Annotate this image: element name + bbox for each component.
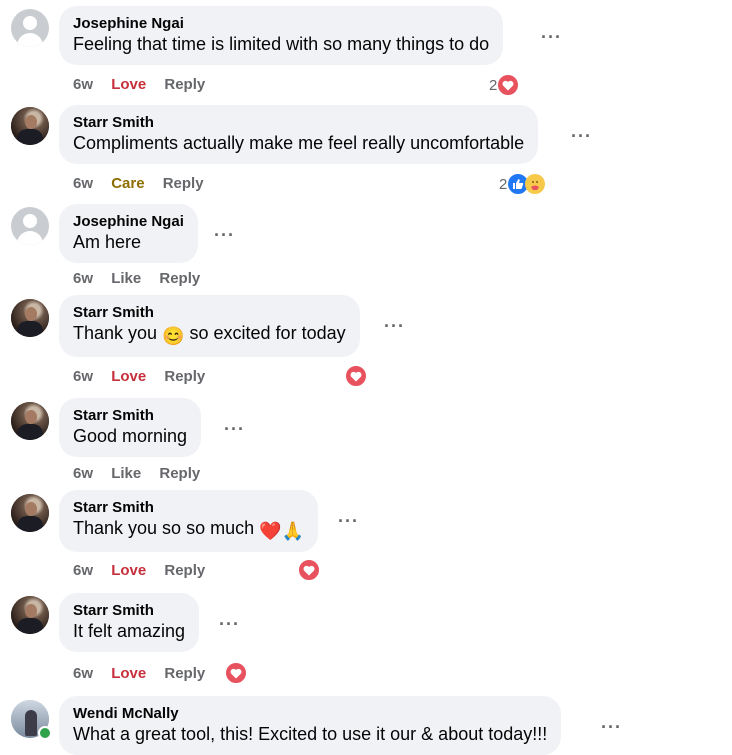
comment-bubble: Starr Smith Thank you so so much ❤️🙏 bbox=[59, 490, 318, 552]
avatar[interactable] bbox=[11, 402, 49, 440]
comment-author[interactable]: Starr Smith bbox=[73, 113, 524, 132]
more-options-icon[interactable]: ··· bbox=[601, 718, 622, 736]
reaction-summary[interactable]: 2 bbox=[499, 173, 546, 195]
reply-button[interactable]: Reply bbox=[164, 665, 205, 682]
more-options-icon[interactable]: ··· bbox=[214, 226, 235, 244]
comment-author[interactable]: Starr Smith bbox=[73, 498, 304, 517]
reply-button[interactable]: Reply bbox=[164, 562, 205, 579]
comment-actions: 6w Like Reply bbox=[73, 465, 214, 482]
online-status-indicator bbox=[38, 726, 52, 740]
more-options-icon[interactable]: ··· bbox=[384, 317, 405, 335]
comment-actions: 6w Love Reply bbox=[73, 665, 219, 682]
comment-timestamp[interactable]: 6w bbox=[73, 368, 93, 385]
avatar[interactable] bbox=[11, 107, 49, 145]
reply-button[interactable]: Reply bbox=[159, 465, 200, 482]
comment-bubble: Josephine Ngai Feeling that time is limi… bbox=[59, 6, 504, 65]
reaction-button[interactable]: Love bbox=[111, 562, 146, 579]
reaction-count: 2 bbox=[489, 76, 498, 94]
reaction-count: 2 bbox=[499, 175, 508, 193]
comment-author[interactable]: Starr Smith bbox=[73, 601, 185, 620]
comment-bubble: Starr Smith Thank you 😊 so excited for t… bbox=[59, 295, 360, 357]
comment-author[interactable]: Starr Smith bbox=[73, 406, 187, 425]
comment-text: Thank you 😊 so excited for today bbox=[73, 323, 346, 346]
reply-button[interactable]: Reply bbox=[163, 175, 204, 192]
reaction-button[interactable]: Like bbox=[111, 270, 141, 287]
comment-actions: 6w Love Reply bbox=[73, 562, 219, 579]
heart-icon bbox=[225, 662, 247, 684]
reaction-button[interactable]: Care bbox=[111, 175, 144, 192]
reaction-summary[interactable] bbox=[298, 559, 320, 581]
reaction-summary[interactable] bbox=[345, 365, 367, 387]
comment-bubble: Wendi McNally What a great tool, this! E… bbox=[59, 696, 562, 755]
comment-bubble: Starr Smith Compliments actually make me… bbox=[59, 105, 539, 164]
comment-text: Feeling that time is limited with so man… bbox=[73, 34, 490, 54]
reaction-button[interactable]: Love bbox=[111, 665, 146, 682]
comment-text: Good morning bbox=[73, 426, 188, 446]
comment-text: Am here bbox=[73, 232, 142, 252]
avatar[interactable] bbox=[11, 207, 49, 245]
comment-text: It felt amazing bbox=[73, 621, 186, 641]
comment-actions: 6w Care Reply bbox=[73, 175, 218, 192]
comment-bubble: Starr Smith It felt amazing bbox=[59, 593, 200, 652]
comment-author[interactable]: Starr Smith bbox=[73, 303, 346, 322]
smiling-face-emoji: 😊 bbox=[162, 326, 185, 346]
comment-timestamp[interactable]: 6w bbox=[73, 76, 93, 93]
comment-timestamp[interactable]: 6w bbox=[73, 465, 93, 482]
comment-actions: 6w Like Reply bbox=[73, 270, 214, 287]
reaction-summary[interactable]: 2 bbox=[489, 74, 520, 96]
reaction-summary[interactable] bbox=[225, 662, 247, 684]
comment-bubble: Josephine Ngai Am here bbox=[59, 204, 198, 263]
avatar[interactable] bbox=[11, 9, 49, 47]
heart-pray-emoji: ❤️🙏 bbox=[259, 521, 304, 541]
heart-icon bbox=[497, 74, 520, 96]
comment-text: Compliments actually make me feel really… bbox=[73, 133, 525, 153]
comment-author[interactable]: Josephine Ngai bbox=[73, 212, 184, 231]
heart-icon bbox=[298, 559, 320, 581]
avatar[interactable] bbox=[11, 596, 49, 634]
comment-author[interactable]: Josephine Ngai bbox=[73, 14, 489, 33]
reply-button[interactable]: Reply bbox=[164, 76, 205, 93]
heart-icon bbox=[345, 365, 367, 387]
reaction-button[interactable]: Love bbox=[111, 368, 146, 385]
avatar[interactable] bbox=[11, 299, 49, 337]
comment-actions: 6w Love Reply bbox=[73, 368, 219, 385]
reply-button[interactable]: Reply bbox=[164, 368, 205, 385]
care-icon bbox=[525, 174, 546, 194]
comment-bubble: Starr Smith Good morning bbox=[59, 398, 202, 457]
comment-actions: 6w Love Reply bbox=[73, 76, 219, 93]
reaction-button[interactable]: Love bbox=[111, 76, 146, 93]
comment-text: What a great tool, this! Excited to use … bbox=[73, 724, 548, 744]
comment-text: Thank you so so much ❤️🙏 bbox=[73, 518, 304, 541]
more-options-icon[interactable]: ··· bbox=[219, 615, 240, 633]
reaction-button[interactable]: Like bbox=[111, 465, 141, 482]
avatar[interactable] bbox=[11, 494, 49, 532]
more-options-icon[interactable]: ··· bbox=[571, 127, 592, 145]
more-options-icon[interactable]: ··· bbox=[541, 28, 562, 46]
more-options-icon[interactable]: ··· bbox=[224, 420, 245, 438]
reply-button[interactable]: Reply bbox=[159, 270, 200, 287]
comment-timestamp[interactable]: 6w bbox=[73, 270, 93, 287]
comment-author[interactable]: Wendi McNally bbox=[73, 704, 547, 723]
comment-timestamp[interactable]: 6w bbox=[73, 562, 93, 579]
more-options-icon[interactable]: ··· bbox=[338, 512, 359, 530]
comment-timestamp[interactable]: 6w bbox=[73, 175, 93, 192]
comment-timestamp[interactable]: 6w bbox=[73, 665, 93, 682]
